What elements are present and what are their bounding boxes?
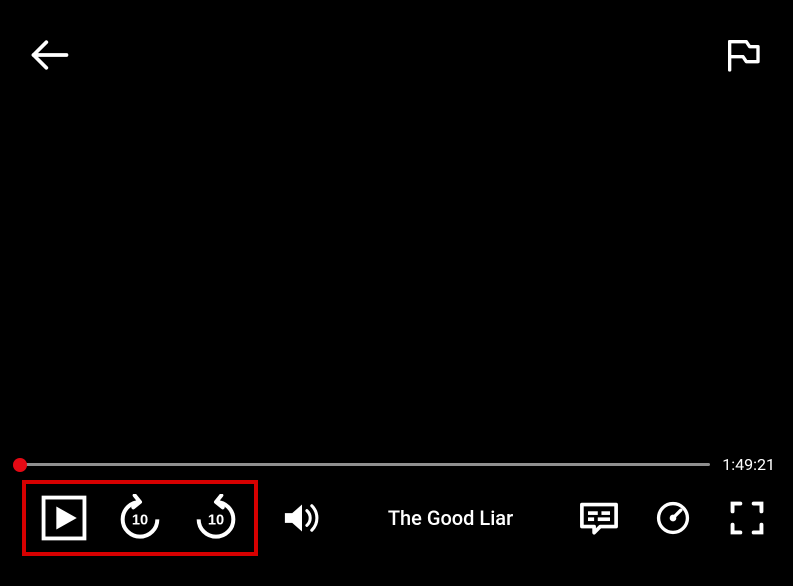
flag-button[interactable] — [721, 33, 765, 77]
forward-10-icon: 10 — [192, 494, 240, 542]
svg-text:10: 10 — [208, 513, 224, 529]
right-controls — [575, 494, 771, 542]
flag-icon — [723, 35, 763, 75]
seek-bar-thumb[interactable] — [13, 458, 27, 472]
fullscreen-icon — [727, 498, 767, 538]
playback-speed-button[interactable] — [649, 494, 697, 542]
play-button[interactable] — [40, 494, 88, 542]
volume-icon — [280, 496, 324, 540]
player-top-bar — [0, 30, 793, 80]
subtitles-button[interactable] — [575, 494, 623, 542]
rewind-10-icon: 10 — [116, 494, 164, 542]
controls-row: 10 10 The Good Liar — [0, 482, 793, 554]
title-area: The Good Liar — [326, 506, 575, 530]
rewind-10-button[interactable]: 10 — [116, 494, 164, 542]
volume-button[interactable] — [278, 494, 326, 542]
video-title: The Good Liar — [388, 506, 513, 530]
seek-bar[interactable] — [16, 463, 710, 466]
svg-text:10: 10 — [132, 513, 148, 529]
back-arrow-icon — [28, 33, 72, 77]
forward-10-button[interactable]: 10 — [192, 494, 240, 542]
playback-speed-icon — [653, 498, 693, 538]
highlighted-playback-controls: 10 10 — [22, 480, 258, 556]
fullscreen-button[interactable] — [723, 494, 771, 542]
play-icon — [41, 495, 87, 541]
subtitles-icon — [577, 496, 621, 540]
back-button[interactable] — [28, 33, 72, 77]
progress-row: 1:49:21 — [16, 455, 777, 474]
time-remaining: 1:49:21 — [722, 455, 777, 474]
